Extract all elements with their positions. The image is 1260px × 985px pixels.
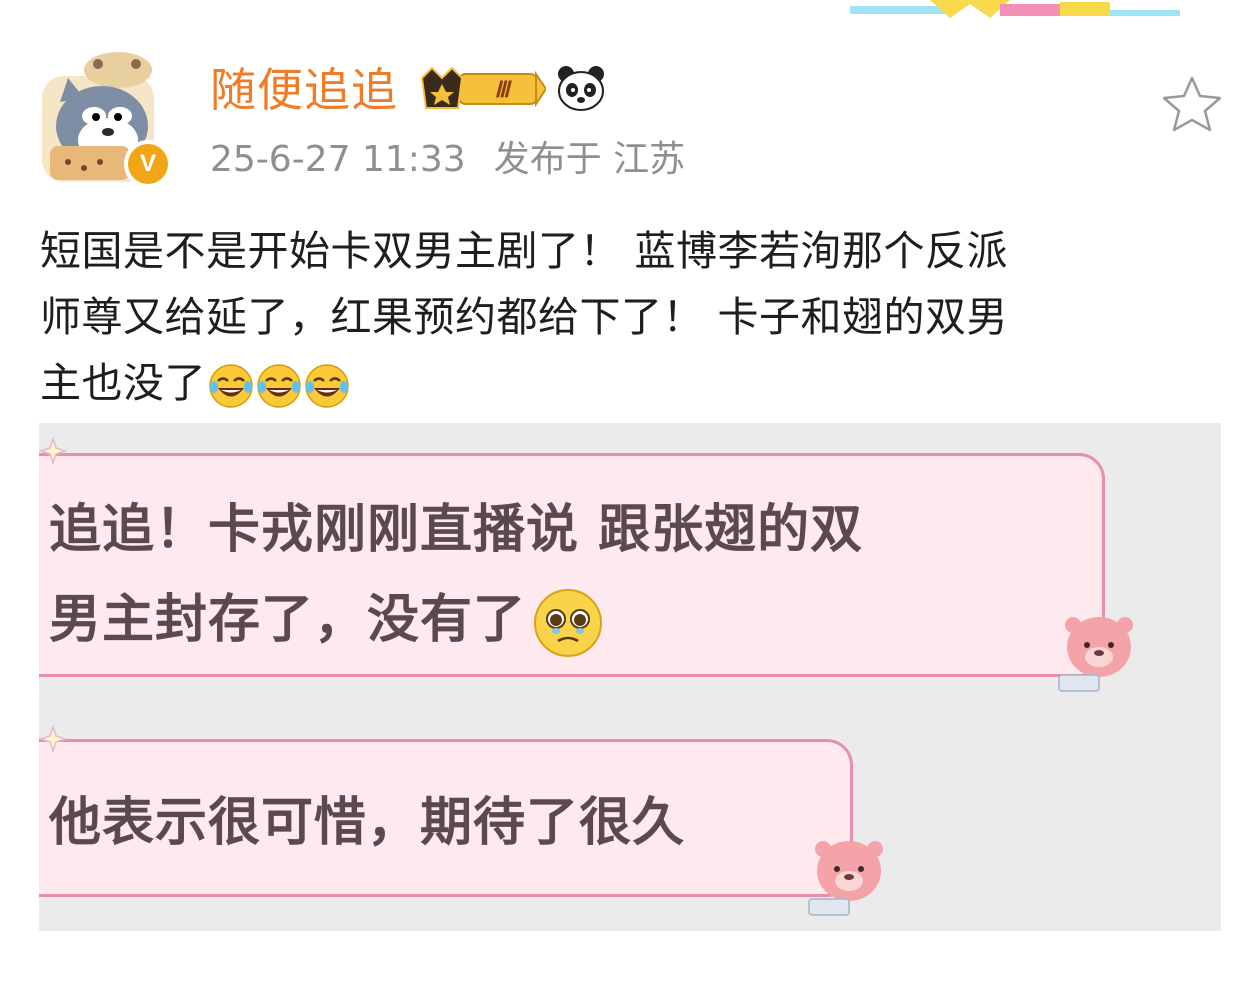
vip-crown-badge[interactable]: Ⅲ [418, 64, 546, 114]
weibo-post: V 随便追追 Ⅲ 25-6-27 11:33 发布于 江苏 短国是不是开始卡双男主… [0, 0, 1260, 985]
post-location: 发布于 江苏 [493, 139, 686, 180]
beaver-sticker-icon [808, 841, 883, 916]
laughing-crying-emoji-icon [257, 364, 301, 408]
pleading-face-icon [534, 589, 603, 657]
sparkle-icon [39, 437, 67, 465]
post-meta: 25-6-27 11:33 发布于 江苏 [210, 136, 685, 184]
username[interactable]: 随便追追 [210, 60, 398, 120]
post-body: 短国是不是开始卡双男主剧了！ 蓝博李若洵那个反派 师尊又给延了，红果预约都给下了… [40, 218, 1220, 416]
panda-icon[interactable] [556, 64, 606, 112]
bubble-message: 追追！卡戎刚刚直播说 跟张翅的双 男主封存了，没有了 [49, 485, 1049, 665]
post-text-line: 短国是不是开始卡双男主剧了！ 蓝博李若洵那个反派 [40, 227, 1009, 275]
beaver-sticker-icon [1058, 617, 1133, 692]
laughing-crying-emoji-icon [209, 364, 253, 408]
sparkle-icon [39, 725, 67, 753]
post-timestamp: 25-6-27 11:33 [210, 139, 466, 180]
verified-badge: V [124, 140, 172, 188]
bubble-message: 他表示很可惜，期待了很久 [49, 793, 686, 853]
top-sticker-strip [850, 0, 1180, 18]
post-text-line: 师尊又给延了，红果预约都给下了！ 卡子和翅的双男 [40, 293, 1009, 341]
laughing-crying-emoji-group [208, 363, 350, 409]
post-text-line: 主也没了 [40, 350, 1220, 416]
post-image[interactable]: 追追！卡戎刚刚直播说 跟张翅的双 男主封存了，没有了 他表示很可惜，期待了很久 [39, 423, 1221, 931]
laughing-crying-emoji-icon [305, 364, 349, 408]
star-icon[interactable] [1160, 74, 1224, 132]
